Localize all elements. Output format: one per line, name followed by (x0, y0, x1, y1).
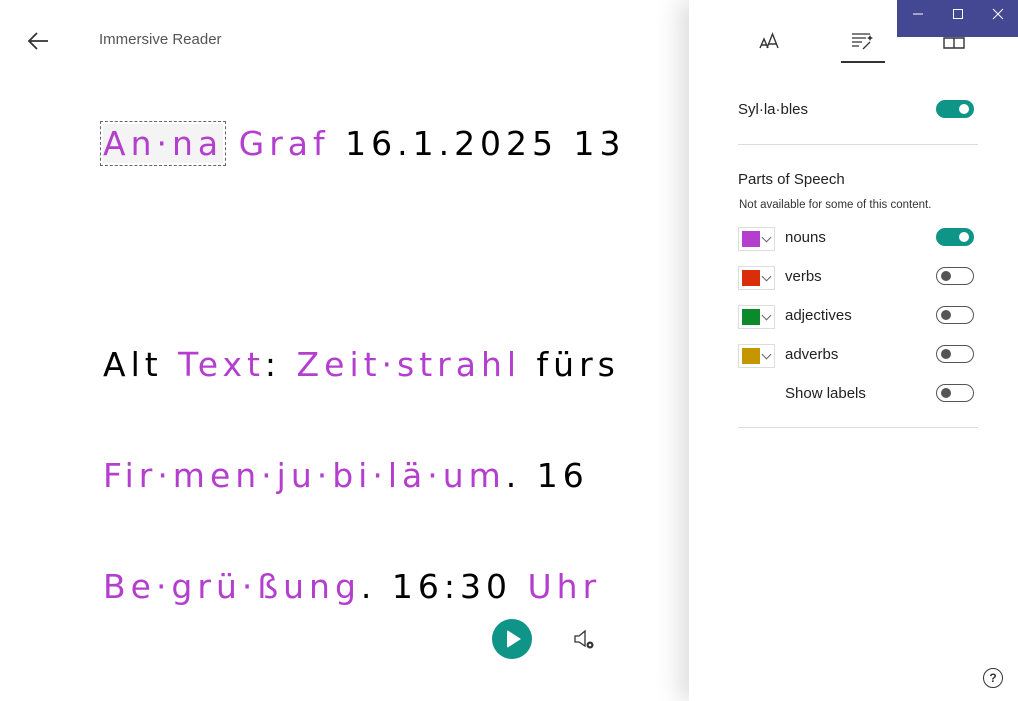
verbs-toggle[interactable] (936, 267, 974, 285)
divider (738, 427, 978, 428)
pos-row-nouns: nouns (738, 227, 978, 251)
parts-of-speech-title: Parts of Speech (738, 171, 845, 188)
maximize-icon (953, 9, 963, 19)
close-button[interactable] (977, 0, 1017, 30)
minimize-icon (913, 13, 923, 15)
reader-content: An·na Graf 16.1.2025 13 Alt Text: Zeit·s… (99, 0, 703, 701)
toggle-knob (959, 232, 969, 242)
color-swatch (742, 231, 760, 247)
syllables-label: Syl·la·bles (738, 101, 809, 118)
nouns-toggle[interactable] (936, 228, 974, 246)
toggle-knob (941, 310, 951, 320)
back-button[interactable] (24, 28, 52, 54)
tab-grammar-options[interactable] (841, 24, 885, 63)
toggle-knob (941, 388, 951, 398)
minimize-button[interactable] (897, 0, 937, 30)
text-segment: : (264, 345, 297, 384)
noun-word[interactable]: An·na (99, 121, 227, 166)
adverbs-toggle[interactable] (936, 345, 974, 363)
adjectives-toggle[interactable] (936, 306, 974, 324)
parts-of-speech-note: Not available for some of this content. (739, 199, 932, 211)
text-segment: Alt (103, 345, 179, 384)
window-controls (897, 0, 1018, 37)
color-picker-adjectives[interactable] (738, 305, 775, 329)
text-segment: . 16 (505, 456, 589, 495)
help-button[interactable]: ? (983, 668, 1003, 688)
color-picker-verbs[interactable] (738, 266, 775, 290)
toggle-knob (959, 104, 969, 114)
maximize-button[interactable] (937, 0, 977, 30)
pos-label: nouns (785, 229, 826, 246)
toggle-knob (941, 271, 951, 281)
noun-word[interactable]: Fir·men·ju·bi·lä·um (103, 456, 506, 495)
close-icon (992, 8, 1004, 20)
pos-label: adverbs (785, 346, 839, 363)
reader-line: An·na Graf 16.1.2025 13 (99, 121, 626, 166)
tab-text-preferences[interactable] (748, 24, 792, 62)
text-segment: fürs (521, 345, 620, 384)
pos-row-verbs: verbs (738, 266, 978, 290)
reader-line: Alt Text: Zeit·strahl fürs (103, 345, 620, 384)
reader-line: Fir·men·ju·bi·lä·um. 16 (103, 456, 589, 495)
syllables-toggle[interactable] (936, 100, 974, 118)
pos-row-adverbs: adverbs (738, 344, 978, 368)
text-segment: . 16:30 (360, 567, 528, 606)
grammar-options-panel: Syl·la·bles Parts of Speech Not availabl… (689, 0, 1018, 701)
color-swatch (742, 309, 760, 325)
noun-word[interactable]: Be·grü·ßung (103, 567, 361, 606)
color-picker-nouns[interactable] (738, 227, 775, 251)
syllables-row: Syl·la·bles (738, 99, 978, 123)
show-labels-toggle[interactable] (936, 384, 974, 402)
noun-word[interactable]: Text (178, 345, 265, 384)
text-segment: 16.1.2025 13 (329, 124, 626, 163)
pos-label: verbs (785, 268, 822, 285)
show-labels-row: Show labels (738, 383, 978, 407)
color-swatch (742, 348, 760, 364)
color-picker-adverbs[interactable] (738, 344, 775, 368)
chevron-down-icon (761, 310, 772, 321)
show-labels-label: Show labels (785, 385, 866, 402)
divider (738, 144, 978, 145)
voice-settings-icon (574, 629, 594, 649)
reader-line: Be·grü·ßung. 16:30 Uhr (103, 567, 601, 606)
chevron-down-icon (761, 349, 772, 360)
noun-word[interactable]: Uhr (528, 567, 602, 606)
play-button[interactable] (492, 619, 532, 659)
chevron-down-icon (761, 271, 772, 282)
noun-word[interactable]: Graf (239, 124, 330, 163)
voice-settings-button[interactable] (573, 628, 597, 652)
noun-word[interactable]: Zeit·strahl (297, 345, 522, 384)
grammar-wand-icon (852, 33, 873, 50)
chevron-down-icon (761, 232, 772, 243)
toggle-knob (941, 349, 951, 359)
text-segment (223, 124, 239, 163)
color-swatch (742, 270, 760, 286)
arrow-left-icon (27, 32, 48, 50)
pos-row-adjectives: adjectives (738, 305, 978, 329)
pos-label: adjectives (785, 307, 852, 324)
font-size-icon (759, 32, 779, 49)
